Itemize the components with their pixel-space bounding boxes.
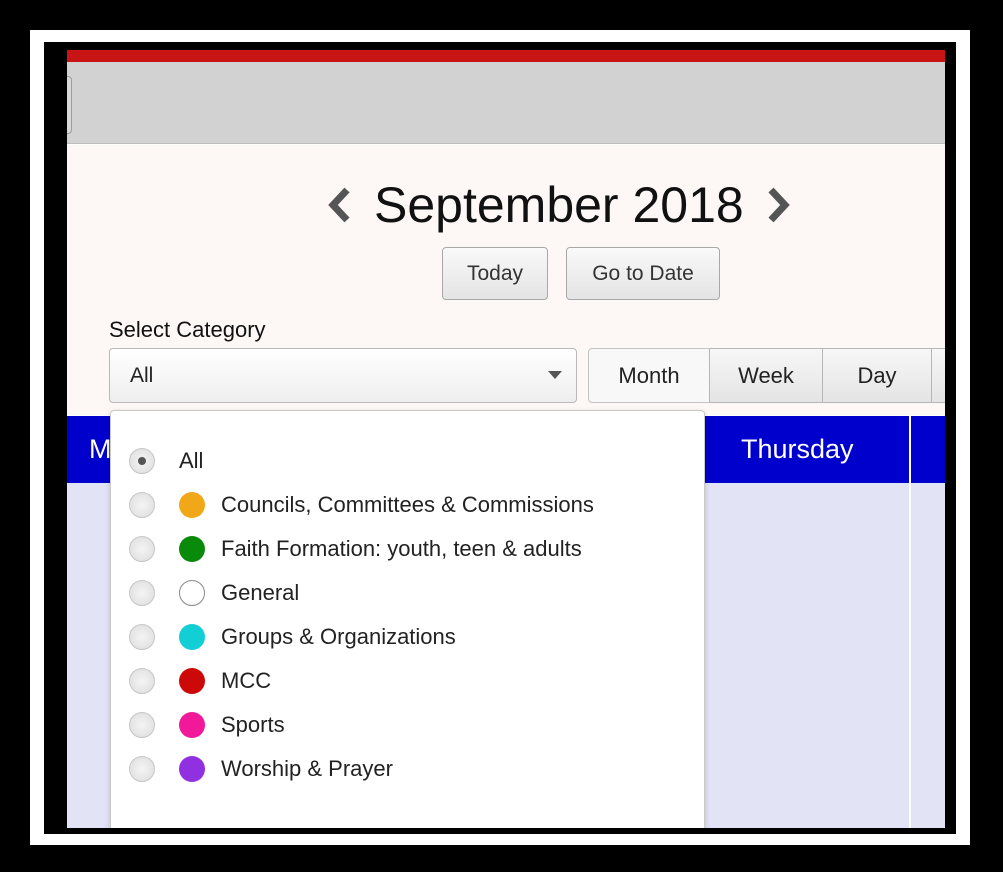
category-option-worship[interactable]: Worship & Prayer (129, 753, 393, 785)
today-button[interactable]: Today (442, 247, 548, 300)
month-view-button[interactable]: Month (588, 348, 710, 403)
color-swatch-icon (179, 624, 205, 650)
category-option-sports[interactable]: Sports (129, 709, 285, 741)
category-option-faith-formation[interactable]: Faith Formation: youth, teen & adults (129, 533, 582, 565)
category-option-label: Councils, Committees & Commissions (221, 492, 594, 517)
calendar-header: September 2018 Today Go to Date Select C… (67, 145, 945, 415)
month-title: September 2018 (374, 177, 744, 233)
weekday-thursday-header: Thursday (741, 434, 854, 464)
category-option-general[interactable]: General (129, 577, 299, 609)
category-option-label: All (179, 448, 204, 473)
toolbar-area (67, 62, 945, 144)
color-swatch-icon (179, 712, 205, 738)
toolbar-tab[interactable] (67, 76, 72, 134)
select-category-label: Select Category (109, 317, 266, 342)
week-view-button[interactable]: Week (709, 348, 823, 403)
month-navigation: September 2018 (322, 175, 796, 235)
category-option-mcc[interactable]: MCC (129, 665, 271, 697)
radio-button[interactable] (129, 668, 155, 694)
category-option-label: Worship & Prayer (221, 756, 393, 781)
radio-button[interactable] (129, 756, 155, 782)
category-option-label: Sports (221, 712, 285, 737)
radio-button[interactable] (129, 624, 155, 650)
view-switcher: Month Week Day (588, 348, 945, 403)
category-select-value: All (130, 363, 154, 387)
radio-button[interactable] (129, 580, 155, 606)
screenshot-viewport: September 2018 Today Go to Date Select C… (67, 50, 945, 828)
chevron-left-icon[interactable] (322, 180, 358, 230)
color-swatch-icon (179, 580, 205, 606)
color-swatch-icon (179, 536, 205, 562)
top-accent-bar (67, 50, 945, 62)
radio-button[interactable] (129, 536, 155, 562)
color-swatch-icon (179, 756, 205, 782)
category-dropdown: All Councils, Committees & Commissions F… (110, 410, 705, 828)
color-swatch-icon (179, 668, 205, 694)
day-view-button[interactable]: Day (822, 348, 932, 403)
category-option-councils[interactable]: Councils, Committees & Commissions (129, 489, 594, 521)
category-option-label: General (221, 580, 300, 605)
category-select[interactable]: All (109, 348, 577, 403)
category-option-label: Groups & Organizations (221, 624, 456, 649)
color-swatch-icon (179, 492, 205, 518)
radio-button[interactable] (129, 492, 155, 518)
radio-button[interactable] (129, 448, 155, 474)
category-option-label: MCC (221, 668, 272, 693)
caret-down-icon (548, 371, 562, 379)
category-option-groups[interactable]: Groups & Organizations (129, 621, 456, 653)
radio-button[interactable] (129, 712, 155, 738)
category-option-all[interactable]: All (129, 445, 203, 477)
category-option-label: Faith Formation: youth, teen & adults (221, 536, 582, 561)
column-divider (909, 416, 911, 828)
weekday-monday-header: M (89, 434, 112, 464)
go-to-date-button[interactable]: Go to Date (566, 247, 720, 300)
extra-view-button[interactable] (931, 348, 945, 403)
chevron-right-icon[interactable] (760, 180, 796, 230)
